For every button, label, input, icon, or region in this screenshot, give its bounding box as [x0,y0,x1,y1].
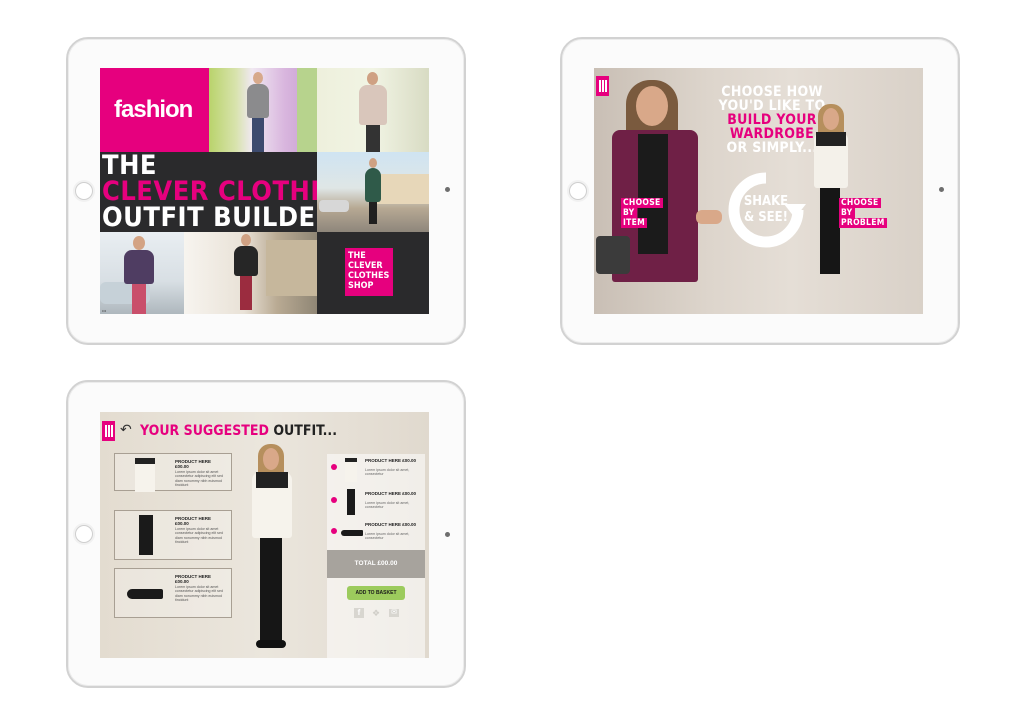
summary-desc: Lorem ipsum dolor sit amet, consectetur [365,468,410,477]
lace-top-image [135,458,155,492]
home-button[interactable] [569,182,587,200]
home-button[interactable] [75,525,93,543]
camera-dot [939,187,944,192]
product-price: £00.00 [175,579,189,584]
title-line-2: CLEVER CLOTHES [102,176,346,207]
choose-by-problem-line-2: BY [839,208,855,218]
product-card-top[interactable]: PRODUCT HERE £00.00 Lorem ipsum dolor si… [114,453,232,492]
choose-screen: CHOOSE HOW YOU'D LIKE TO BUILD YOUR WARD… [594,68,923,314]
summary-name: PRODUCT HERE £00.00 [365,522,417,527]
product-desc: Lorem ipsum dolor sit amet consectetur a… [175,527,223,545]
photo-credit: ••• [102,308,107,313]
menu-button[interactable] [596,76,609,96]
choose-by-problem-line-3: PROBLEM [839,218,887,228]
camera-dot [445,187,450,192]
shake-and-see-button[interactable]: SHAKE & SEE! [726,170,806,250]
remove-dot-icon[interactable] [331,464,337,470]
choose-by-item-line-1: CHOOSE [621,198,663,208]
choose-by-item-line-2: BY [621,208,637,218]
suggested-outfit-screen: ↶ YOUR SUGGESTED OUTFIT... PRODUCT HERE … [100,412,429,658]
product-price: £00.00 [175,464,189,469]
facebook-icon[interactable]: f [354,608,364,618]
title-line-3: OUTFIT BUILDER [102,202,335,233]
shoe-image [127,589,163,599]
product-desc: Lorem ipsum dolor sit amet consectetur a… [175,585,223,603]
outfit-summary-panel: PRODUCT HERE £00.00 Lorem ipsum dolor si… [327,454,425,658]
choose-by-item-line-3: ITEM [621,218,648,228]
title-line-1: THE [102,150,157,181]
twitter-icon[interactable]: ❖ [371,608,381,618]
remove-dot-icon[interactable] [331,497,337,503]
fashion-logo: fashion [114,96,193,123]
email-icon[interactable]: ✉ [389,609,399,617]
shake-text-line-1: SHAKE [743,194,789,209]
lace-yoke [256,472,288,488]
photo-woman-floral-top: ••• [100,232,184,314]
summary-desc: Lorem ipsum dolor sit amet, consectetur [365,501,410,510]
photo-woman-red-jeans [184,232,317,314]
top [638,134,668,254]
summary-row[interactable]: PRODUCT HERE £00.00 Lorem ipsum dolor si… [327,454,425,484]
lace-top-thumb [345,458,357,482]
page-title-highlight: YOUR SUGGESTED [140,423,269,439]
building [266,240,317,296]
product-card-trousers[interactable]: PRODUCT HERE £00.00 Lorem ipsum dolor si… [114,510,232,560]
handbag [596,236,630,274]
summary-name: PRODUCT HERE £00.00 [365,458,417,463]
add-to-basket-button[interactable]: ADD TO BASKET [347,586,405,600]
shoes [256,640,286,648]
shoe-thumb [341,530,363,536]
shop-badge-text: THE CLEVER CLOTHES SHOP [348,251,390,291]
choose-by-problem-line-1: CHOOSE [839,198,881,208]
summary-row[interactable]: PRODUCT HERE £00.00 Lorem ipsum dolor si… [327,518,425,548]
shop-block: THE CLEVER CLOTHES SHOP [317,232,429,314]
summary-row[interactable]: PRODUCT HERE £00.00 Lorem ipsum dolor si… [327,487,425,517]
product-desc: Lorem ipsum dolor sit amet consectetur a… [175,470,223,488]
summary-desc: Lorem ipsum dolor sit amet, consectetur [365,532,410,541]
back-arrow-icon[interactable]: ↶ [120,421,132,437]
car [319,200,349,212]
house [377,174,429,204]
ipad-frame-3: ↶ YOUR SUGGESTED OUTFIT... PRODUCT HERE … [66,380,466,688]
page-title: YOUR SUGGESTED OUTFIT... [140,423,337,439]
trousers-thumb [347,489,355,515]
shake-text-line-2: & SEE! [743,210,788,225]
title-block: THE CLEVER CLOTHES OUTFIT BUILDER [100,150,345,232]
menu-button[interactable] [102,421,115,441]
total-text: TOTAL £00.00 [354,560,398,567]
product-card-shoes[interactable]: PRODUCT HERE £00.00 Lorem ipsum dolor si… [114,568,232,618]
photo-woman-grey-jumper [209,68,317,152]
photo-woman-green-dress [317,152,429,232]
splash-screen: fashion THE CLEVER CLOTHES OUTFIT BUILDE… [100,68,429,314]
product-price: £00.00 [175,521,189,526]
arm [696,210,722,224]
page-title-rest: OUTFIT... [273,423,337,439]
lace-yoke [816,132,846,146]
home-button[interactable] [75,182,93,200]
ipad-frame-1: fashion THE CLEVER CLOTHES OUTFIT BUILDE… [66,37,466,345]
camera-dot [445,532,450,537]
shop-badge[interactable]: THE CLEVER CLOTHES SHOP [345,248,393,296]
wall-stripe [297,68,317,152]
remove-dot-icon[interactable] [331,528,337,534]
logo-block: fashion [100,68,209,152]
total-bar: TOTAL £00.00 [327,550,425,578]
ipad-frame-2: CHOOSE HOW YOU'D LIKE TO BUILD YOUR WARD… [560,37,960,345]
photo-woman-floral-coat [317,68,429,152]
summary-name: PRODUCT HERE £00.00 [365,491,417,496]
trousers-image [139,515,153,555]
